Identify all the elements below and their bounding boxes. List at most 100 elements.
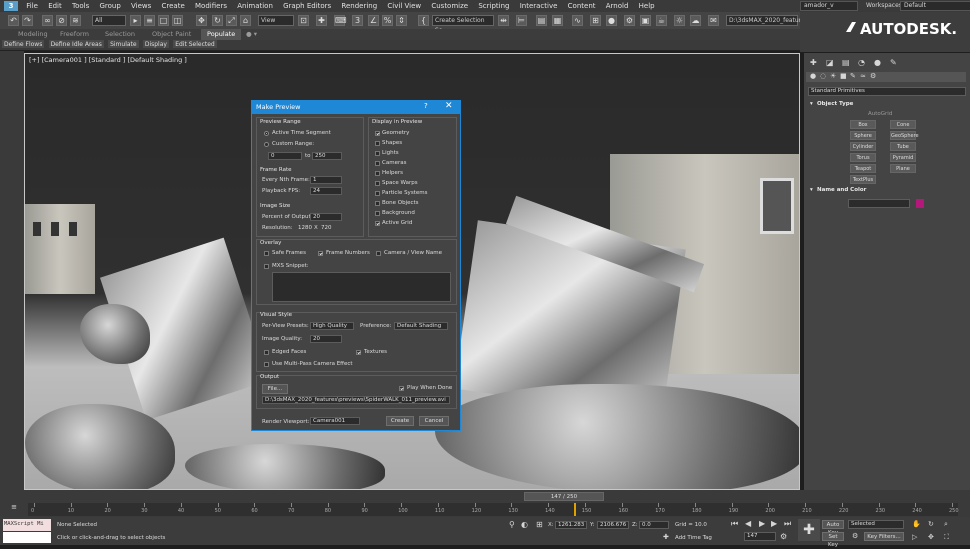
render-viewport-dropdown[interactable]: Camera001 [310,417,360,425]
custom-range-radio[interactable] [264,142,269,147]
selection-filter-dropdown[interactable]: All [92,15,126,26]
display-bone-objects-checkbox[interactable] [375,201,380,206]
motion-tab-icon[interactable]: ◔ [858,58,865,67]
display-active-grid-checkbox[interactable] [375,221,380,226]
display-button[interactable]: Display [142,40,169,48]
menu-rendering[interactable]: Rendering [341,1,385,10]
menu-arnold[interactable]: Arnold [606,1,637,10]
display-lights-checkbox[interactable] [375,151,380,156]
primitive-type-dropdown[interactable]: Standard Primitives [808,87,966,96]
multipass-checkbox[interactable] [264,362,269,367]
walk-through-icon[interactable]: ✥ [928,533,934,541]
utilities-tab-icon[interactable]: ✎ [890,58,897,67]
angle-snap-icon[interactable]: ∠ [368,15,379,26]
next-frame-icon[interactable]: ▶ [771,519,777,528]
curve-editor-icon[interactable]: ∿ [572,15,583,26]
select-place-icon[interactable]: ⌂ [240,15,251,26]
frame-numbers-checkbox[interactable] [318,251,323,256]
key-filter-icon[interactable]: ⚙ [852,532,858,540]
key-set-dropdown[interactable]: Selected [848,520,904,529]
auto-key-button[interactable]: Auto Key [822,520,844,536]
orbit-icon[interactable]: ↻ [928,520,934,528]
maximize-viewport-icon[interactable]: ⛶ [944,533,949,542]
display-helpers-checkbox[interactable] [375,171,380,176]
z-coordinate-field[interactable]: 0.0 [639,521,669,529]
file-button[interactable]: File... [262,384,288,394]
add-time-tag[interactable]: Add Time Tag [675,535,712,541]
create-box-button[interactable]: Box [850,120,876,129]
close-icon[interactable]: ✕ [445,101,453,111]
bind-spacewarp-icon[interactable]: ≋ [70,15,81,26]
tab-selection[interactable]: Selection [105,29,135,40]
menu-customize[interactable]: Customize [431,1,476,10]
create-textplus-button[interactable]: TextPlus [850,175,876,184]
field-of-view-icon[interactable]: ▷ [912,533,917,541]
define-idle-areas-button[interactable]: Define Idle Areas [48,40,104,48]
create-pyramid-button[interactable]: Pyramid [890,153,916,162]
shapes-icon[interactable]: ◌ [820,72,826,80]
viewport-label[interactable]: [+] [Camera001 ] [Standard ] [Default Sh… [29,56,187,64]
menu-graph-editors[interactable]: Graph Editors [283,1,339,10]
name-color-toggle-icon[interactable]: ▾ [810,187,813,193]
menu-modifiers[interactable]: Modifiers [195,1,235,10]
dialog-titlebar[interactable]: Make Preview ? ✕ [252,101,460,114]
maxscript-input[interactable] [3,532,51,543]
schematic-view-icon[interactable]: ⊞ [590,15,601,26]
create-geosphere-button[interactable]: GeoSphere [890,131,919,140]
tab-modeling[interactable]: Modeling [18,29,48,40]
geometry-icon[interactable]: ● [810,72,816,80]
select-move-icon[interactable]: ✥ [196,15,207,26]
create-teapot-button[interactable]: Teapot [850,164,876,173]
percent-output-field[interactable]: 20 [310,213,342,221]
edged-faces-checkbox[interactable] [264,350,269,355]
object-type-toggle-icon[interactable]: ▾ [810,101,813,107]
hierarchy-tab-icon[interactable]: ▤ [842,58,850,67]
display-geometry-checkbox[interactable] [375,131,380,136]
project-path[interactable]: D:\3dsMAX_2020_features [726,15,808,26]
select-manipulate-icon[interactable]: ✚ [316,15,327,26]
display-shapes-checkbox[interactable] [375,141,380,146]
create-sphere-button[interactable]: Sphere [850,131,876,140]
mirror-icon[interactable]: ⇹ [498,15,509,26]
window-crossing-icon[interactable]: ◫ [172,15,183,26]
percent-snap-icon[interactable]: % [382,15,393,26]
material-editor-icon[interactable]: ● [606,15,617,26]
menu-animation[interactable]: Animation [237,1,281,10]
modify-tab-icon[interactable]: ◪ [826,58,834,67]
named-selection-sets-dropdown[interactable]: Create Selection Se [432,15,494,34]
menu-scripting[interactable]: Scripting [478,1,517,10]
menu-create[interactable]: Create [162,1,193,10]
current-frame-marker[interactable] [573,503,576,516]
redo-icon[interactable]: ↷ [22,15,33,26]
camera-view-name-checkbox[interactable] [376,251,381,256]
unlink-icon[interactable]: ⊘ [56,15,67,26]
create-cone-button[interactable]: Cone [890,120,916,129]
autogrid-label[interactable]: AutoGrid [868,111,892,117]
render-production-icon[interactable]: ☕ [656,15,667,26]
set-key-button[interactable]: Set Key [822,532,844,548]
x-coordinate-field[interactable]: 1261.283 [555,521,587,529]
create-cylinder-button[interactable]: Cylinder [850,142,876,151]
display-space-warps-checkbox[interactable] [375,181,380,186]
isolate-selection-icon[interactable]: ◐ [521,520,528,529]
create-tube-button[interactable]: Tube [890,142,916,151]
select-rotate-icon[interactable]: ↻ [212,15,223,26]
timeline-track[interactable]: 0 10 20 30 40 50 60 70 80 90 100 110 120 130 140 150 160… [28,503,959,516]
align-icon[interactable]: ⊨ [516,15,527,26]
cameras-icon[interactable]: ■ [840,72,847,80]
menu-interactive[interactable]: Interactive [520,1,566,10]
go-to-start-icon[interactable]: ⏮ [731,519,738,529]
every-nth-field[interactable]: 1 [310,176,342,184]
select-by-name-icon[interactable]: ≡ [144,15,155,26]
snaps-toggle-icon[interactable]: 3 [352,15,363,26]
object-name-field[interactable] [848,199,910,208]
y-coordinate-field[interactable]: 2106.676 [597,521,629,529]
open-mini-curve-editor-icon[interactable]: ≡ [2,503,26,516]
display-tab-icon[interactable]: ● [874,58,881,67]
range-from-field[interactable]: 0 [268,152,302,160]
define-flows-button[interactable]: Define Flows [2,40,45,48]
rendered-frame-window-icon[interactable]: ▣ [640,15,651,26]
rectangular-selection-icon[interactable]: □ [158,15,169,26]
active-time-radio[interactable] [264,131,269,136]
zoom-icon[interactable]: ⌕ [944,520,948,529]
